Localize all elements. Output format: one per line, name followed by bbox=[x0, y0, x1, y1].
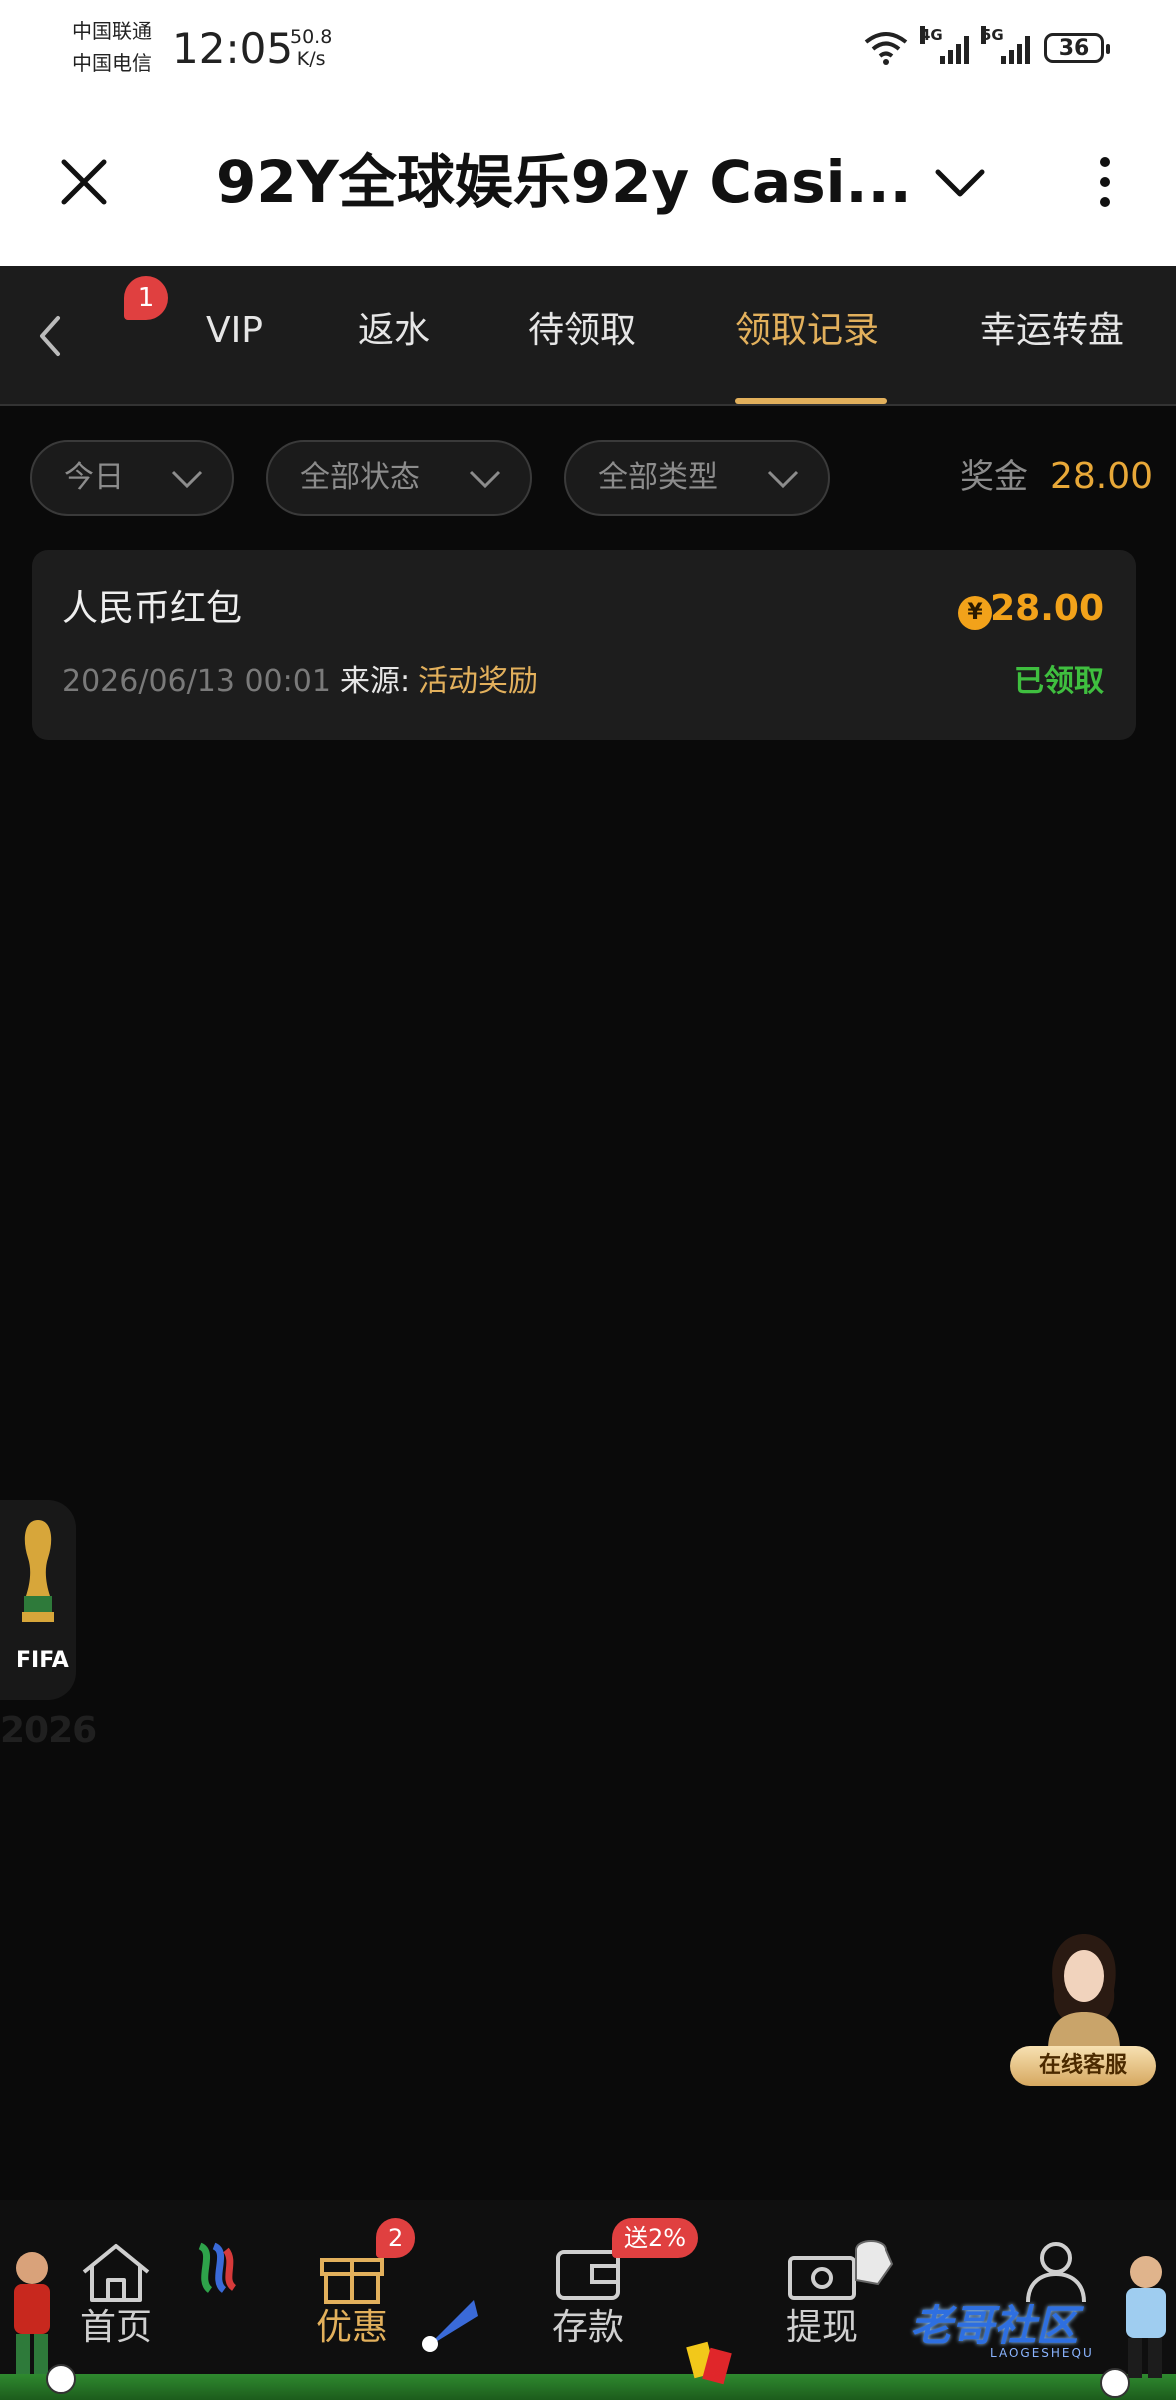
fifa-text: FIFA bbox=[16, 1648, 69, 1673]
more-vertical-icon[interactable] bbox=[1090, 152, 1120, 212]
type-filter[interactable]: 全部类型 bbox=[564, 440, 830, 516]
chevron-down-icon bbox=[171, 470, 203, 489]
net-speed: 50.8 K/s bbox=[290, 26, 332, 70]
fifa-logo: FIFA bbox=[0, 1500, 76, 1700]
goalkeeper-glove-icon bbox=[855, 2240, 894, 2286]
chevron-down-icon bbox=[767, 470, 799, 489]
battery-icon: 36 bbox=[1044, 33, 1110, 63]
grass-strip bbox=[0, 2374, 1176, 2400]
nav-home-label: 首页 bbox=[79, 2307, 152, 2348]
deposit-badge: 送2% bbox=[612, 2218, 699, 2258]
nav-promotions-label: 优惠 bbox=[315, 2307, 388, 2348]
cards-icon bbox=[686, 2341, 732, 2385]
soccer-ball-icon bbox=[46, 2364, 76, 2394]
status-icons: 4G 5G 36 bbox=[864, 26, 1110, 70]
tab-pending[interactable]: 待领取 bbox=[528, 306, 636, 356]
record-status: 已领取 bbox=[1014, 664, 1104, 699]
tab-vip[interactable]: VIP bbox=[206, 306, 263, 356]
date-filter[interactable]: 今日 bbox=[30, 440, 234, 516]
nav-withdraw-label: 提现 bbox=[785, 2307, 858, 2348]
record-title: 人民币红包 bbox=[62, 588, 243, 629]
record-card: 人民币红包 ¥ 28.00 2026/06/13 00:01 来源: 活动奖励 … bbox=[32, 550, 1136, 740]
tab-claim-records[interactable]: 领取记录 bbox=[735, 306, 879, 356]
agent-avatar-icon bbox=[1048, 1934, 1120, 2050]
bonus-label: 奖金 bbox=[960, 457, 1028, 497]
chevron-down-icon[interactable] bbox=[930, 162, 990, 206]
record-date: 2026/06/13 00:01 bbox=[62, 664, 331, 699]
close-icon[interactable] bbox=[54, 152, 114, 212]
chevron-down-icon bbox=[469, 470, 501, 489]
record-source-value: 活动奖励 bbox=[418, 664, 538, 699]
clock: 12:05 bbox=[172, 24, 294, 73]
vuvuzela-icon bbox=[422, 2300, 478, 2352]
carrier-2: 中国电信 bbox=[72, 51, 152, 75]
status-filter[interactable]: 全部状态 bbox=[266, 440, 532, 516]
signal-5g-icon: 5G bbox=[981, 26, 1030, 64]
net-speed-value: 50.8 bbox=[290, 26, 333, 48]
record-source-label: 来源: bbox=[340, 664, 411, 699]
battery-level: 36 bbox=[1058, 35, 1090, 61]
signal-5g-label: 5G bbox=[981, 26, 1004, 44]
net-speed-unit: K/s bbox=[296, 48, 326, 70]
date-filter-label: 今日 bbox=[64, 460, 124, 495]
world-cup-emblem-icon bbox=[198, 2242, 237, 2293]
page-title: 92Y全球娱乐92y Casi... bbox=[216, 148, 912, 216]
type-filter-label: 全部类型 bbox=[598, 460, 718, 495]
customer-service-label: 在线客服 bbox=[1010, 2046, 1156, 2086]
active-tab-indicator bbox=[735, 398, 887, 404]
status-bar: 中国联通 中国电信 12:05 50.8 K/s 4G 5G 36 bbox=[0, 0, 1176, 100]
watermark-text: 老哥社区 bbox=[910, 2301, 1079, 2350]
fifa-year: 2026 bbox=[0, 1710, 97, 1751]
promotions-badge: 2 bbox=[376, 2218, 416, 2258]
home-icon bbox=[82, 2244, 150, 2302]
title-bar: 92Y全球娱乐92y Casi... bbox=[0, 100, 1176, 266]
chevron-left-icon[interactable] bbox=[32, 312, 68, 360]
customer-service-widget[interactable]: 在线客服 bbox=[1010, 1920, 1156, 2090]
signal-4g-label: 4G bbox=[920, 26, 943, 44]
yuan-coin-icon: ¥ bbox=[958, 596, 992, 630]
signal-4g-icon: 4G bbox=[920, 26, 969, 64]
soccer-ball-icon bbox=[1100, 2368, 1130, 2398]
nav-deposit-label: 存款 bbox=[551, 2307, 624, 2348]
trophy-icon bbox=[22, 1520, 54, 1622]
wifi-icon bbox=[864, 32, 908, 65]
tab-rebate[interactable]: 返水 bbox=[358, 306, 430, 356]
notification-badge: 1 bbox=[124, 276, 168, 320]
watermark-subtext: LAOGESHEQU bbox=[990, 2346, 1094, 2360]
tab-bar: 1 VIP 返水 待领取 领取记录 幸运转盘 bbox=[0, 266, 1176, 406]
tab-lucky-wheel[interactable]: 幸运转盘 bbox=[980, 306, 1124, 356]
bonus-total: 28.00 bbox=[1050, 456, 1154, 497]
record-amount: 28.00 bbox=[990, 588, 1104, 629]
fifa-world-cup-widget[interactable]: FIFA 2026 bbox=[0, 1500, 97, 1760]
nav-home[interactable]: 首页 bbox=[46, 2240, 186, 2350]
status-filter-label: 全部状态 bbox=[300, 460, 420, 495]
carrier-1: 中国联通 bbox=[72, 19, 152, 43]
